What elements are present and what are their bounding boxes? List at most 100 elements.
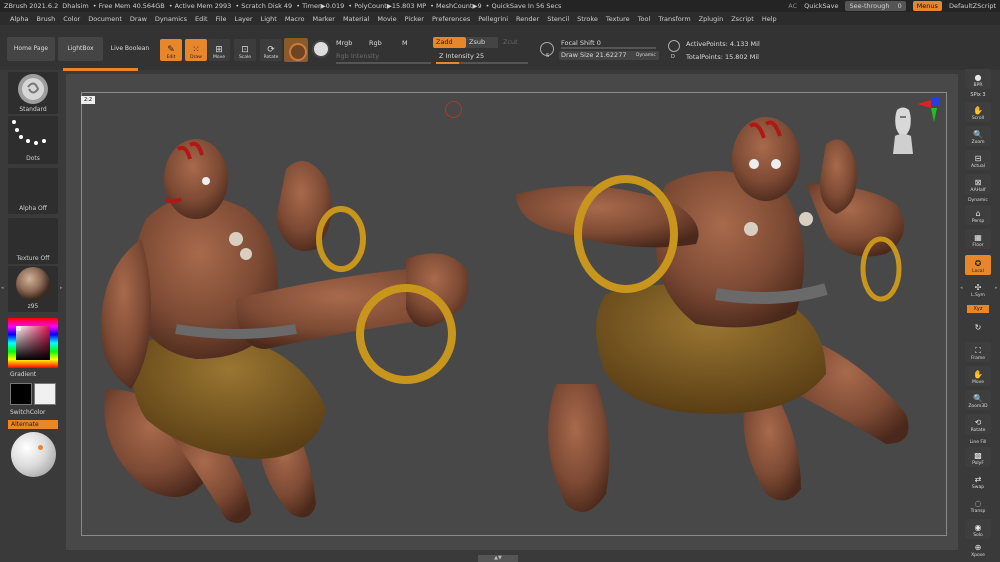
texture-picker[interactable]: Texture Off [8,218,58,264]
focal-shift-slider[interactable]: Focal Shift 0 [561,39,601,47]
dynamic-button[interactable]: Dynamic [636,51,656,60]
xpose-label: Xpose [971,553,985,558]
menu-zplugin[interactable]: Zplugin [699,15,724,23]
zadd-button[interactable]: Zadd [433,37,466,48]
home-page-button[interactable]: Home Page [7,37,55,61]
rgb-button[interactable]: Rgb [369,39,382,47]
draw-mode-button[interactable]: ⁙ Draw [185,39,207,61]
lightbox-button[interactable]: LightBox [58,37,103,61]
xyz-button[interactable]: Xyz [967,305,989,313]
color-sphere-icon[interactable] [11,432,56,477]
menu-macro[interactable]: Macro [285,15,305,23]
menu-texture[interactable]: Texture [606,15,630,23]
left-tray-toggle-icon[interactable]: ◂ [1,285,4,291]
axis-gizmo-icon[interactable] [917,94,947,124]
local-button[interactable]: ✪ Local [965,255,991,275]
document-canvas[interactable]: 2:2 [66,74,958,550]
zoom-button[interactable]: 🔍 Zoom [965,126,991,146]
menus-button[interactable]: Menus [912,1,942,11]
menu-help[interactable]: Help [762,15,777,23]
aahalf-button[interactable]: ⊠ AAHalf [965,174,991,194]
rotate-mode-button[interactable]: ⟳ Rotate [260,39,282,61]
rotate-button[interactable]: ⟲ Rotate [965,414,991,434]
menu-edit[interactable]: Edit [195,15,208,23]
menu-pellegrini[interactable]: Pellegrini [478,15,508,23]
lsym-button[interactable]: ✣ L.Sym [965,279,991,299]
navigation-head-icon[interactable] [892,106,914,156]
z-intensity-slider[interactable]: Z Intensity 25 [439,52,484,60]
color-picker[interactable] [8,318,58,368]
bottom-tray-handle[interactable]: ▲▼ [478,555,518,562]
live-boolean-button[interactable]: Live Boolean [108,37,152,61]
solo-button[interactable]: ◉ Solo [965,519,991,539]
menu-material[interactable]: Material [343,15,369,23]
scroll-button[interactable]: ✋ Scroll [965,102,991,122]
menu-draw[interactable]: Draw [130,15,147,23]
menu-file[interactable]: File [216,15,227,23]
secondary-color-swatch[interactable] [34,383,56,405]
mrgb-button[interactable]: Mrgb [336,39,352,47]
swap-button[interactable]: ⇄ Swap [965,471,991,491]
right-tray-resize-icon[interactable]: ◂ [960,285,963,291]
polyf-button[interactable]: ▩ PolyF [965,447,991,467]
menu-picker[interactable]: Picker [405,15,424,23]
menu-transform[interactable]: Transform [658,15,690,23]
menu-stencil[interactable]: Stencil [547,15,569,23]
see-through-slider[interactable]: See-through 0 [845,1,906,11]
menu-stroke[interactable]: Stroke [577,15,598,23]
default-zscript-button[interactable]: DefaultZScript [949,2,996,10]
rgb-intensity-slider[interactable]: Rgb Intensity [336,52,379,60]
brush-picker[interactable]: Standard [8,72,58,114]
z-intensity-fill [436,62,459,64]
menu-layer[interactable]: Layer [234,15,252,23]
scale-mode-button[interactable]: ⊡ Scale [234,39,256,61]
right-tray-toggle-icon[interactable]: ▸ [995,285,998,291]
gradient-label[interactable]: Gradient [10,371,36,378]
persp-label: Persp [971,219,985,224]
menu-marker[interactable]: Marker [312,15,334,23]
material-swatch[interactable] [284,38,308,62]
z-intensity-track[interactable] [436,62,528,64]
edit-mode-button[interactable]: ✎ Edit [160,39,182,61]
persp-button[interactable]: ⌂ Persp [965,205,991,225]
m-button[interactable]: M [402,39,408,47]
rgb-intensity-track[interactable] [336,62,431,64]
menu-light[interactable]: Light [261,15,277,23]
menu-render[interactable]: Render [516,15,539,23]
rotate-axis-button[interactable]: ↻ [965,316,991,334]
alpha-picker[interactable]: Alpha Off [8,168,58,214]
menu-brush[interactable]: Brush [36,15,55,23]
menu-tool[interactable]: Tool [638,15,651,23]
zsub-button[interactable]: Zsub [466,37,498,48]
bpr-button[interactable]: ● BPR [965,69,991,89]
menu-alpha[interactable]: Alpha [10,15,28,23]
move-mode-button[interactable]: ⊞ Move [208,39,230,61]
floor-button[interactable]: ▦ Floor [965,229,991,249]
dhalsim-model-left[interactable] [86,129,506,529]
menu-dynamics[interactable]: Dynamics [155,15,187,23]
menu-zscript[interactable]: Zscript [731,15,754,23]
focal-shift-track[interactable] [561,47,656,49]
spix-slider[interactable]: SPix 3 [965,92,991,98]
actual-button[interactable]: ⊟ Actual [965,150,991,170]
xpose-button[interactable]: ⊕ Xpose [965,541,991,559]
material-picker[interactable]: z95 [8,266,58,312]
menu-movie[interactable]: Movie [377,15,396,23]
zoom3d-button[interactable]: 🔍 Zoom3D [965,390,991,410]
main-color-swatch[interactable] [10,383,32,405]
switch-color-button[interactable]: SwitchColor [10,409,46,416]
alternate-button[interactable]: Alternate [8,420,58,429]
frame-button[interactable]: ⛶ Frame [965,342,991,362]
dhalsim-model-right[interactable] [476,114,956,534]
quicksave-button[interactable]: QuickSave [804,2,838,10]
sphere-icon[interactable] [312,40,330,58]
move-button[interactable]: ✋ Move [965,366,991,386]
transp-button[interactable]: ◌ Transp [965,495,991,515]
menu-preferences[interactable]: Preferences [432,15,470,23]
stroke-picker[interactable]: Dots [8,116,58,164]
menu-color[interactable]: Color [63,15,80,23]
zoom3d-icon: 🔍 [973,394,983,403]
zcut-button[interactable]: Zcut [500,37,524,48]
menu-document[interactable]: Document [88,15,122,23]
left-tray-resize-icon[interactable]: ▸ [60,285,63,291]
